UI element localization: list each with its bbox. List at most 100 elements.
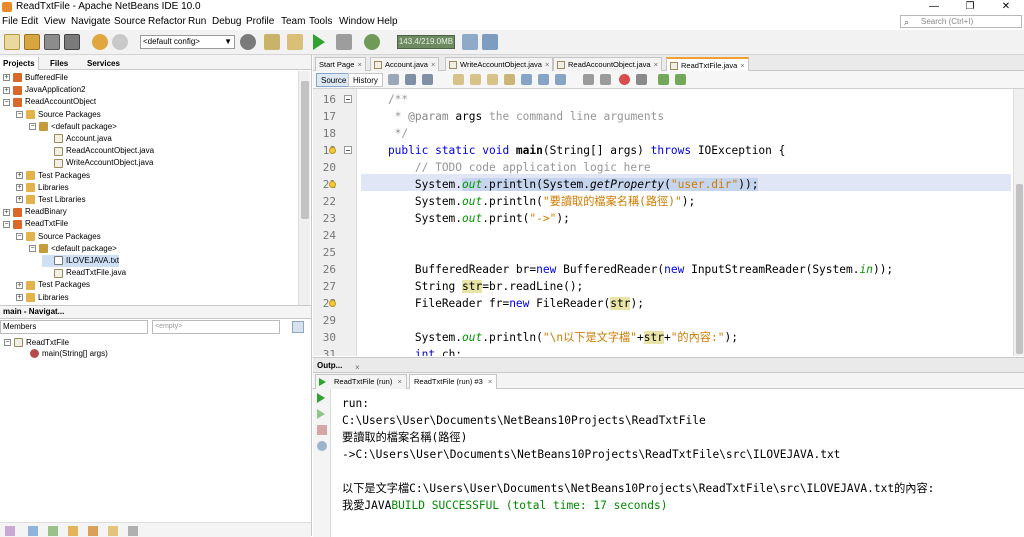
tree-item[interactable]: + BufferedFile bbox=[3, 72, 68, 84]
last-edit-icon[interactable] bbox=[388, 74, 399, 85]
tab-start-page[interactable]: Start Page × bbox=[315, 57, 366, 71]
profile-icon[interactable] bbox=[364, 34, 380, 50]
code-line[interactable]: String str=br.readLine(); bbox=[361, 278, 583, 295]
status-icon-5[interactable] bbox=[88, 526, 98, 536]
history-button[interactable]: History bbox=[348, 73, 383, 87]
close-icon[interactable]: × bbox=[431, 60, 435, 69]
code-line[interactable]: System.out.println(System.getProperty("u… bbox=[361, 176, 759, 193]
code-line[interactable]: */ bbox=[361, 125, 408, 142]
navigator-filter-select[interactable]: <empty> bbox=[152, 320, 280, 334]
gc-icon[interactable] bbox=[462, 34, 478, 50]
tab-readaccountobject-java[interactable]: ReadAccountObject.java × bbox=[553, 57, 662, 71]
run-icon[interactable] bbox=[313, 34, 325, 50]
projects-scrollbar[interactable] bbox=[298, 71, 310, 305]
rerun-icon[interactable] bbox=[317, 393, 325, 403]
undo-icon[interactable] bbox=[92, 34, 108, 50]
collapse-icon[interactable]: − bbox=[4, 339, 11, 347]
maximize-button[interactable]: ❐ bbox=[952, 0, 988, 14]
expand-icon[interactable]: + bbox=[16, 293, 23, 301]
tab-readtxtfile-run-3[interactable]: ReadTxtFile (run) #3 × bbox=[409, 374, 498, 389]
collapse-icon[interactable]: − bbox=[3, 98, 10, 106]
tree-item[interactable]: − Source Packages bbox=[16, 231, 101, 243]
close-icon[interactable]: × bbox=[355, 363, 360, 372]
fold-icon[interactable] bbox=[344, 95, 352, 103]
tree-item[interactable]: WriteAccountObject.java bbox=[42, 157, 153, 169]
menu-navigate[interactable]: Navigate bbox=[71, 16, 110, 27]
bookmark-previous-icon[interactable] bbox=[521, 74, 532, 85]
tree-item[interactable]: ILOVEJAVA.txt bbox=[42, 255, 120, 267]
tree-item[interactable]: − ReadTxtFile bbox=[3, 218, 68, 230]
clean-build-icon[interactable] bbox=[287, 34, 303, 50]
close-button[interactable]: ✕ bbox=[988, 0, 1024, 14]
scrollbar-thumb[interactable] bbox=[301, 81, 309, 219]
rerun-with-options-icon[interactable] bbox=[317, 409, 325, 419]
search-input[interactable]: ⌕ Search (Ctrl+I) bbox=[900, 15, 1022, 28]
comment-icon[interactable] bbox=[658, 74, 669, 85]
expand-icon[interactable]: + bbox=[3, 86, 10, 94]
code-line[interactable]: FileReader fr=new FileReader(str); bbox=[361, 295, 644, 312]
editor-scrollbar[interactable] bbox=[1013, 89, 1024, 356]
status-icon-4[interactable] bbox=[68, 526, 78, 536]
expand-icon[interactable]: + bbox=[16, 171, 23, 179]
status-icon-2[interactable] bbox=[28, 526, 38, 536]
code-line[interactable]: System.out.println("\n以下是文字檔"+str+"的內容:"… bbox=[361, 329, 738, 346]
start-macro-icon[interactable] bbox=[619, 74, 630, 85]
build-icon[interactable] bbox=[264, 34, 280, 50]
find-selection-icon[interactable] bbox=[487, 74, 498, 85]
menu-team[interactable]: Team bbox=[281, 16, 305, 27]
tree-item[interactable]: + Test Libraries bbox=[16, 194, 86, 206]
tab-account-java[interactable]: Account.java × bbox=[370, 57, 440, 71]
code-line[interactable]: System.out.println("要讀取的檔案名稱(路徑)"); bbox=[361, 193, 695, 210]
code-line[interactable]: * @param args the command line arguments bbox=[361, 108, 664, 125]
shift-right-icon[interactable] bbox=[600, 74, 611, 85]
menu-edit[interactable]: Edit bbox=[21, 16, 38, 27]
close-icon[interactable]: × bbox=[545, 60, 549, 69]
find-next-icon[interactable] bbox=[470, 74, 481, 85]
heap-icon[interactable] bbox=[482, 34, 498, 50]
expand-icon[interactable]: + bbox=[3, 74, 10, 82]
settings-gear-icon[interactable] bbox=[240, 34, 256, 50]
collapse-icon[interactable]: − bbox=[29, 123, 36, 131]
debug-icon[interactable] bbox=[336, 34, 352, 50]
source-button[interactable]: Source bbox=[316, 73, 352, 87]
status-icon-6[interactable] bbox=[108, 526, 118, 536]
menu-profile[interactable]: Profile bbox=[246, 16, 274, 27]
tree-item[interactable]: + Libraries bbox=[16, 292, 69, 304]
menu-tools[interactable]: Tools bbox=[309, 16, 332, 27]
find-previous-icon[interactable] bbox=[453, 74, 464, 85]
tree-item[interactable]: − ReadAccountObject bbox=[3, 96, 96, 108]
menu-help[interactable]: Help bbox=[377, 16, 398, 27]
menu-file[interactable]: File bbox=[2, 16, 18, 27]
forward-icon[interactable] bbox=[422, 74, 433, 85]
open-project-icon[interactable] bbox=[44, 34, 60, 50]
members-select[interactable]: Members bbox=[0, 320, 148, 334]
stop-icon[interactable] bbox=[317, 425, 327, 435]
expand-icon[interactable]: + bbox=[3, 208, 10, 216]
tree-item[interactable]: − Source Packages bbox=[16, 109, 101, 121]
tab-readtxtfile-run[interactable]: ReadTxtFile (run) × bbox=[315, 374, 407, 389]
output-title[interactable]: Outp... bbox=[315, 360, 344, 372]
expand-icon[interactable]: + bbox=[16, 184, 23, 192]
tree-item[interactable]: − <default package> bbox=[29, 243, 117, 255]
tree-item[interactable]: + JavaApplication2 bbox=[3, 84, 85, 96]
toggle-bookmark-icon[interactable] bbox=[555, 74, 566, 85]
status-icon-7[interactable] bbox=[128, 526, 138, 536]
menu-source[interactable]: Source bbox=[114, 16, 146, 27]
expand-icon[interactable]: + bbox=[16, 196, 23, 204]
code-line[interactable]: // TODO code application logic here bbox=[361, 159, 651, 176]
memory-indicator[interactable]: 143.4/219.0MB bbox=[397, 35, 455, 49]
hint-bulb-icon[interactable] bbox=[329, 300, 336, 307]
menu-refactor[interactable]: Refactor bbox=[148, 16, 186, 27]
stop-macro-icon[interactable] bbox=[636, 74, 647, 85]
status-icon-1[interactable] bbox=[5, 526, 15, 536]
navigator-title[interactable]: main - Navigat... bbox=[0, 306, 311, 319]
tab-services[interactable]: Services bbox=[84, 57, 123, 70]
code-line[interactable]: BufferedReader br=new BufferedReader(new… bbox=[361, 261, 893, 278]
navigator-layout-icon[interactable] bbox=[292, 321, 304, 333]
collapse-icon[interactable]: − bbox=[16, 110, 23, 118]
tab-files[interactable]: Files bbox=[47, 57, 71, 70]
close-icon[interactable]: × bbox=[357, 60, 361, 69]
code-line[interactable]: int ch; bbox=[361, 346, 462, 356]
tree-item[interactable]: + Test Packages bbox=[16, 170, 90, 182]
collapse-icon[interactable]: − bbox=[16, 232, 23, 240]
